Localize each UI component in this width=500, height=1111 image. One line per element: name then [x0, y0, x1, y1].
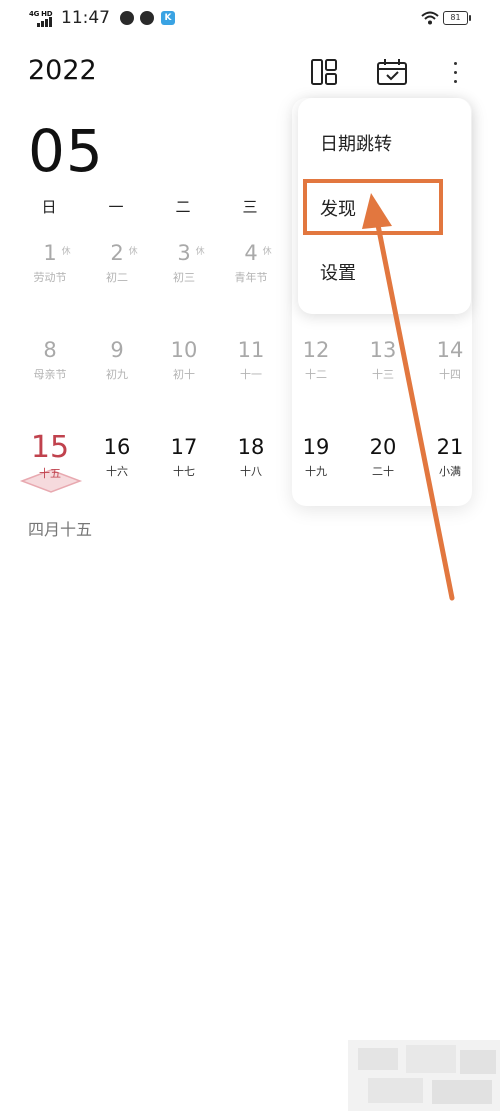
- watermark: [348, 1040, 500, 1111]
- annotation-arrow-icon: [362, 193, 455, 601]
